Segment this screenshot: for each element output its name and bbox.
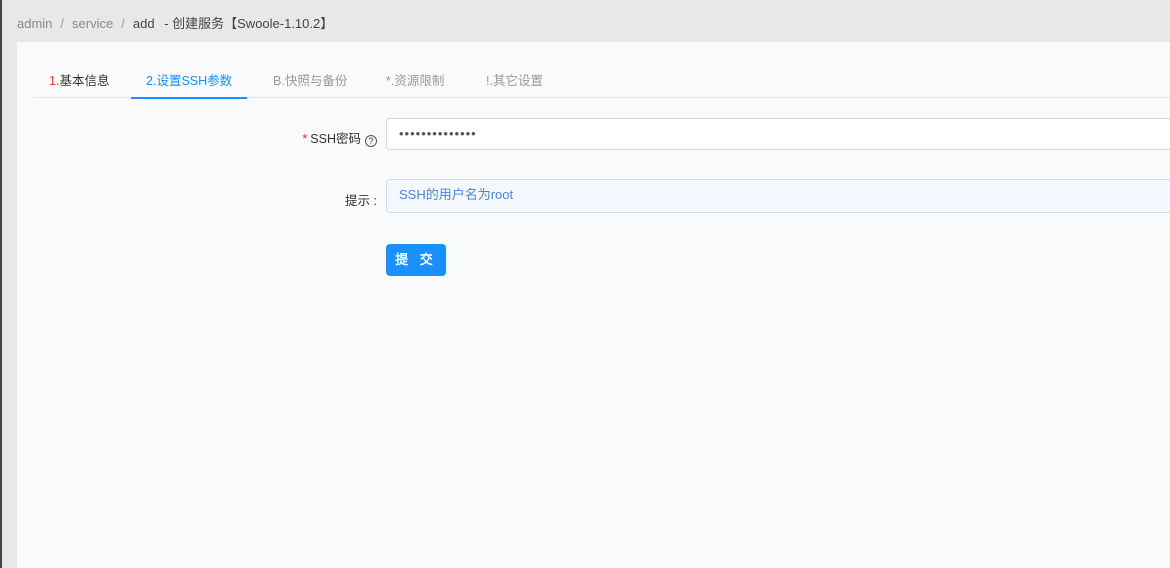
hint-label: 提示 : (345, 194, 377, 208)
breadcrumb-add: add (132, 16, 155, 31)
tab-basic-info[interactable]: 1.基本信息 (49, 70, 109, 98)
tab-number: B. (273, 74, 285, 88)
submit-button[interactable]: 提 交 (386, 244, 446, 276)
content-panel: 1.基本信息 2.设置SSH参数 B.快照与备份 *.资源限制 !.其它设置 *… (17, 42, 1170, 568)
breadcrumb-sep: / (60, 16, 65, 31)
tab-label: 资源限制 (394, 74, 445, 88)
ssh-password-label: * SSH密码? (302, 128, 377, 147)
step-tabs: 1.基本信息 2.设置SSH参数 B.快照与备份 *.资源限制 !.其它设置 (33, 42, 1170, 99)
tab-label: 基本信息 (59, 74, 110, 88)
tab-snapshot-backup[interactable]: B.快照与备份 (273, 70, 347, 98)
tab-ssh-settings[interactable]: 2.设置SSH参数 (130, 70, 248, 99)
tab-label: 快照与备份 (284, 74, 348, 88)
tab-label: 设置SSH参数 (156, 74, 233, 88)
breadcrumb-service[interactable]: service (72, 16, 113, 31)
tab-resource-limits[interactable]: *.资源限制 (386, 70, 444, 98)
tab-label: 其它设置 (492, 74, 543, 88)
tab-other-settings[interactable]: !.其它设置 (486, 70, 543, 98)
page-title: - 创建服务【Swoole-1.10.2】 (164, 16, 334, 31)
hint-field: SSH的用户名为root (386, 179, 1170, 213)
required-mark: * (302, 132, 308, 146)
breadcrumb-admin[interactable]: admin (17, 16, 52, 31)
label-text: SSH密码 (310, 132, 361, 146)
window-edge (0, 0, 2, 568)
help-circle-icon[interactable]: ? (365, 135, 377, 147)
tab-number: 1. (49, 74, 60, 88)
breadcrumb: admin / service / add - 创建服务【Swoole-1.10.2】 (17, 13, 333, 32)
tab-number: !. (486, 74, 493, 88)
ssh-password-input[interactable]: •••••••••••••• (386, 118, 1170, 150)
tab-number: 2. (146, 74, 157, 88)
breadcrumb-sep: / (121, 16, 125, 31)
